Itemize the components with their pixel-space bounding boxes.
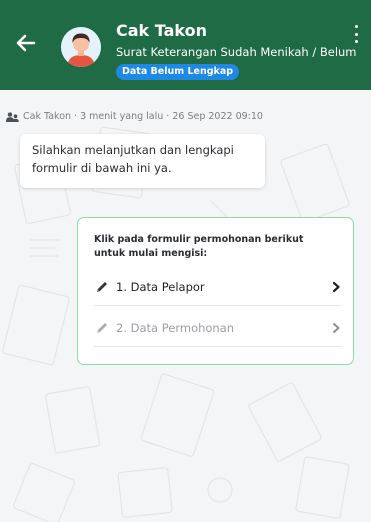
form-item-label: 2. Data Permohonan (116, 320, 235, 335)
status-badge: Data Belum Lengkap (116, 64, 240, 80)
kebab-vertical-icon (354, 25, 358, 28)
message-meta: Cak Takon · 3 menit yang lalu · 26 Sep 2… (6, 111, 263, 122)
user-group-icon (6, 111, 19, 122)
pencil-icon (94, 320, 110, 336)
form-card: Klik pada formulir permohonan berikut un… (77, 217, 354, 365)
pencil-icon (94, 279, 110, 295)
chat-bubble: Silahkan melanjutkan dan lengkapi formul… (20, 134, 265, 188)
arrow-left-icon (16, 34, 36, 52)
form-card-title: Klik pada formulir permohonan berikut un… (94, 234, 304, 259)
contact-name: Cak Takon (116, 21, 207, 40)
message-text: Silahkan melanjutkan dan lengkapi formul… (32, 143, 234, 175)
back-button[interactable] (13, 30, 39, 56)
form-item-label: 1. Data Pelapor (116, 279, 205, 294)
message-meta-text: Cak Takon · 3 menit yang lalu · 26 Sep 2… (23, 111, 263, 122)
conversation-subtitle: Surat Keterangan Sudah Menikah / Belum (116, 45, 356, 59)
chevron-right-icon (330, 281, 342, 293)
chevron-right-icon (330, 322, 342, 334)
more-options-button[interactable] (349, 22, 363, 46)
form-item-data-permohonan[interactable]: 2. Data Permohonan (94, 309, 342, 347)
app-header: Cak Takon Surat Keterangan Sudah Menikah… (0, 0, 371, 90)
avatar (61, 27, 101, 67)
form-item-data-pelapor[interactable]: 1. Data Pelapor (94, 268, 342, 306)
